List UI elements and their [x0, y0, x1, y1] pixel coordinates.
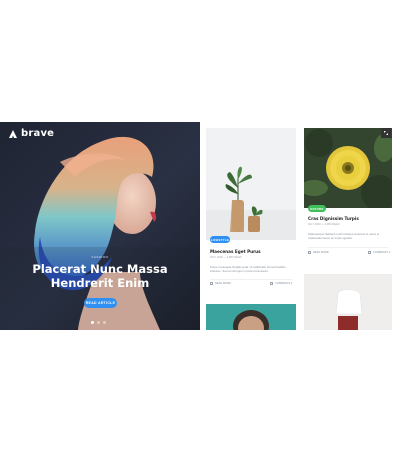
post-card-2-excerpt: Pellentesque habitant morbi tristique se…: [308, 232, 380, 241]
logo-mark-icon: [9, 129, 17, 138]
hero-title[interactable]: Placerat Nunc Massa Hendrerit Enim: [0, 262, 200, 290]
toggle-icon[interactable]: [381, 128, 391, 138]
slider-dot-3[interactable]: [103, 321, 106, 324]
post-card-1-image[interactable]: [206, 128, 296, 240]
read-more-icon: [308, 251, 311, 254]
post-card-2-read-more[interactable]: READ MORE: [308, 251, 329, 254]
post-card-1-excerpt: Fusce consequat fringilla porta. Ut soll…: [210, 265, 286, 274]
slider-dots: [91, 321, 106, 324]
post-card-2-meta: JULY 2019 — 2 MIN READ: [308, 223, 340, 226]
comments-icon: [368, 251, 371, 254]
post-card-2-divider: [308, 247, 388, 248]
post-card-4-image[interactable]: [304, 274, 392, 330]
post-card-1-divider: [210, 279, 292, 280]
post-card-1-comments-label: COMMENTS 4: [275, 282, 293, 285]
post-card-1-badge[interactable]: LIFESTYLE: [210, 236, 230, 243]
post-card-3[interactable]: [206, 304, 296, 330]
slider-dot-1[interactable]: [91, 321, 94, 324]
post-card-2-comments-label: COMMENTS 2: [373, 251, 391, 254]
post-card-2-badge[interactable]: NATURE: [308, 205, 326, 212]
post-card-1-read-more[interactable]: READ MORE: [210, 282, 231, 285]
read-more-icon: [210, 282, 213, 285]
hero-title-line-2: Hendrerit Enim: [50, 276, 150, 290]
hero-category[interactable]: FASHION: [0, 255, 200, 259]
page: brave FASHION Placerat Nunc Massa Hendre…: [0, 0, 400, 454]
post-card-2-image[interactable]: [304, 128, 392, 208]
post-card-1[interactable]: LIFESTYLE Maecenas Eget Purus JULY 2019 …: [206, 128, 296, 288]
post-card-1-comments[interactable]: COMMENTS 4: [270, 282, 292, 285]
post-card-2-title[interactable]: Cras Dignissim Turpis: [308, 216, 359, 221]
post-card-4[interactable]: [304, 274, 392, 330]
hero-title-line-1: Placerat Nunc Massa: [32, 262, 168, 276]
post-card-2-read-more-label: READ MORE: [313, 251, 329, 254]
logo-text: brave: [21, 128, 55, 139]
post-card-1-read-more-label: READ MORE: [215, 282, 231, 285]
post-card-1-meta: JULY 2019 — 3 MIN READ: [210, 256, 242, 259]
comments-icon: [270, 282, 273, 285]
post-card-3-image[interactable]: [206, 304, 296, 330]
post-card-2[interactable]: NATURE Cras Dignissim Turpis JULY 2019 —…: [304, 128, 392, 260]
post-card-2-comments[interactable]: COMMENTS 2: [368, 251, 390, 254]
post-card-1-title[interactable]: Maecenas Eget Purus: [210, 249, 261, 254]
read-article-button[interactable]: READ ARTICLE: [84, 298, 117, 308]
slider-dot-2[interactable]: [97, 321, 100, 324]
brand-logo[interactable]: brave: [8, 128, 54, 139]
